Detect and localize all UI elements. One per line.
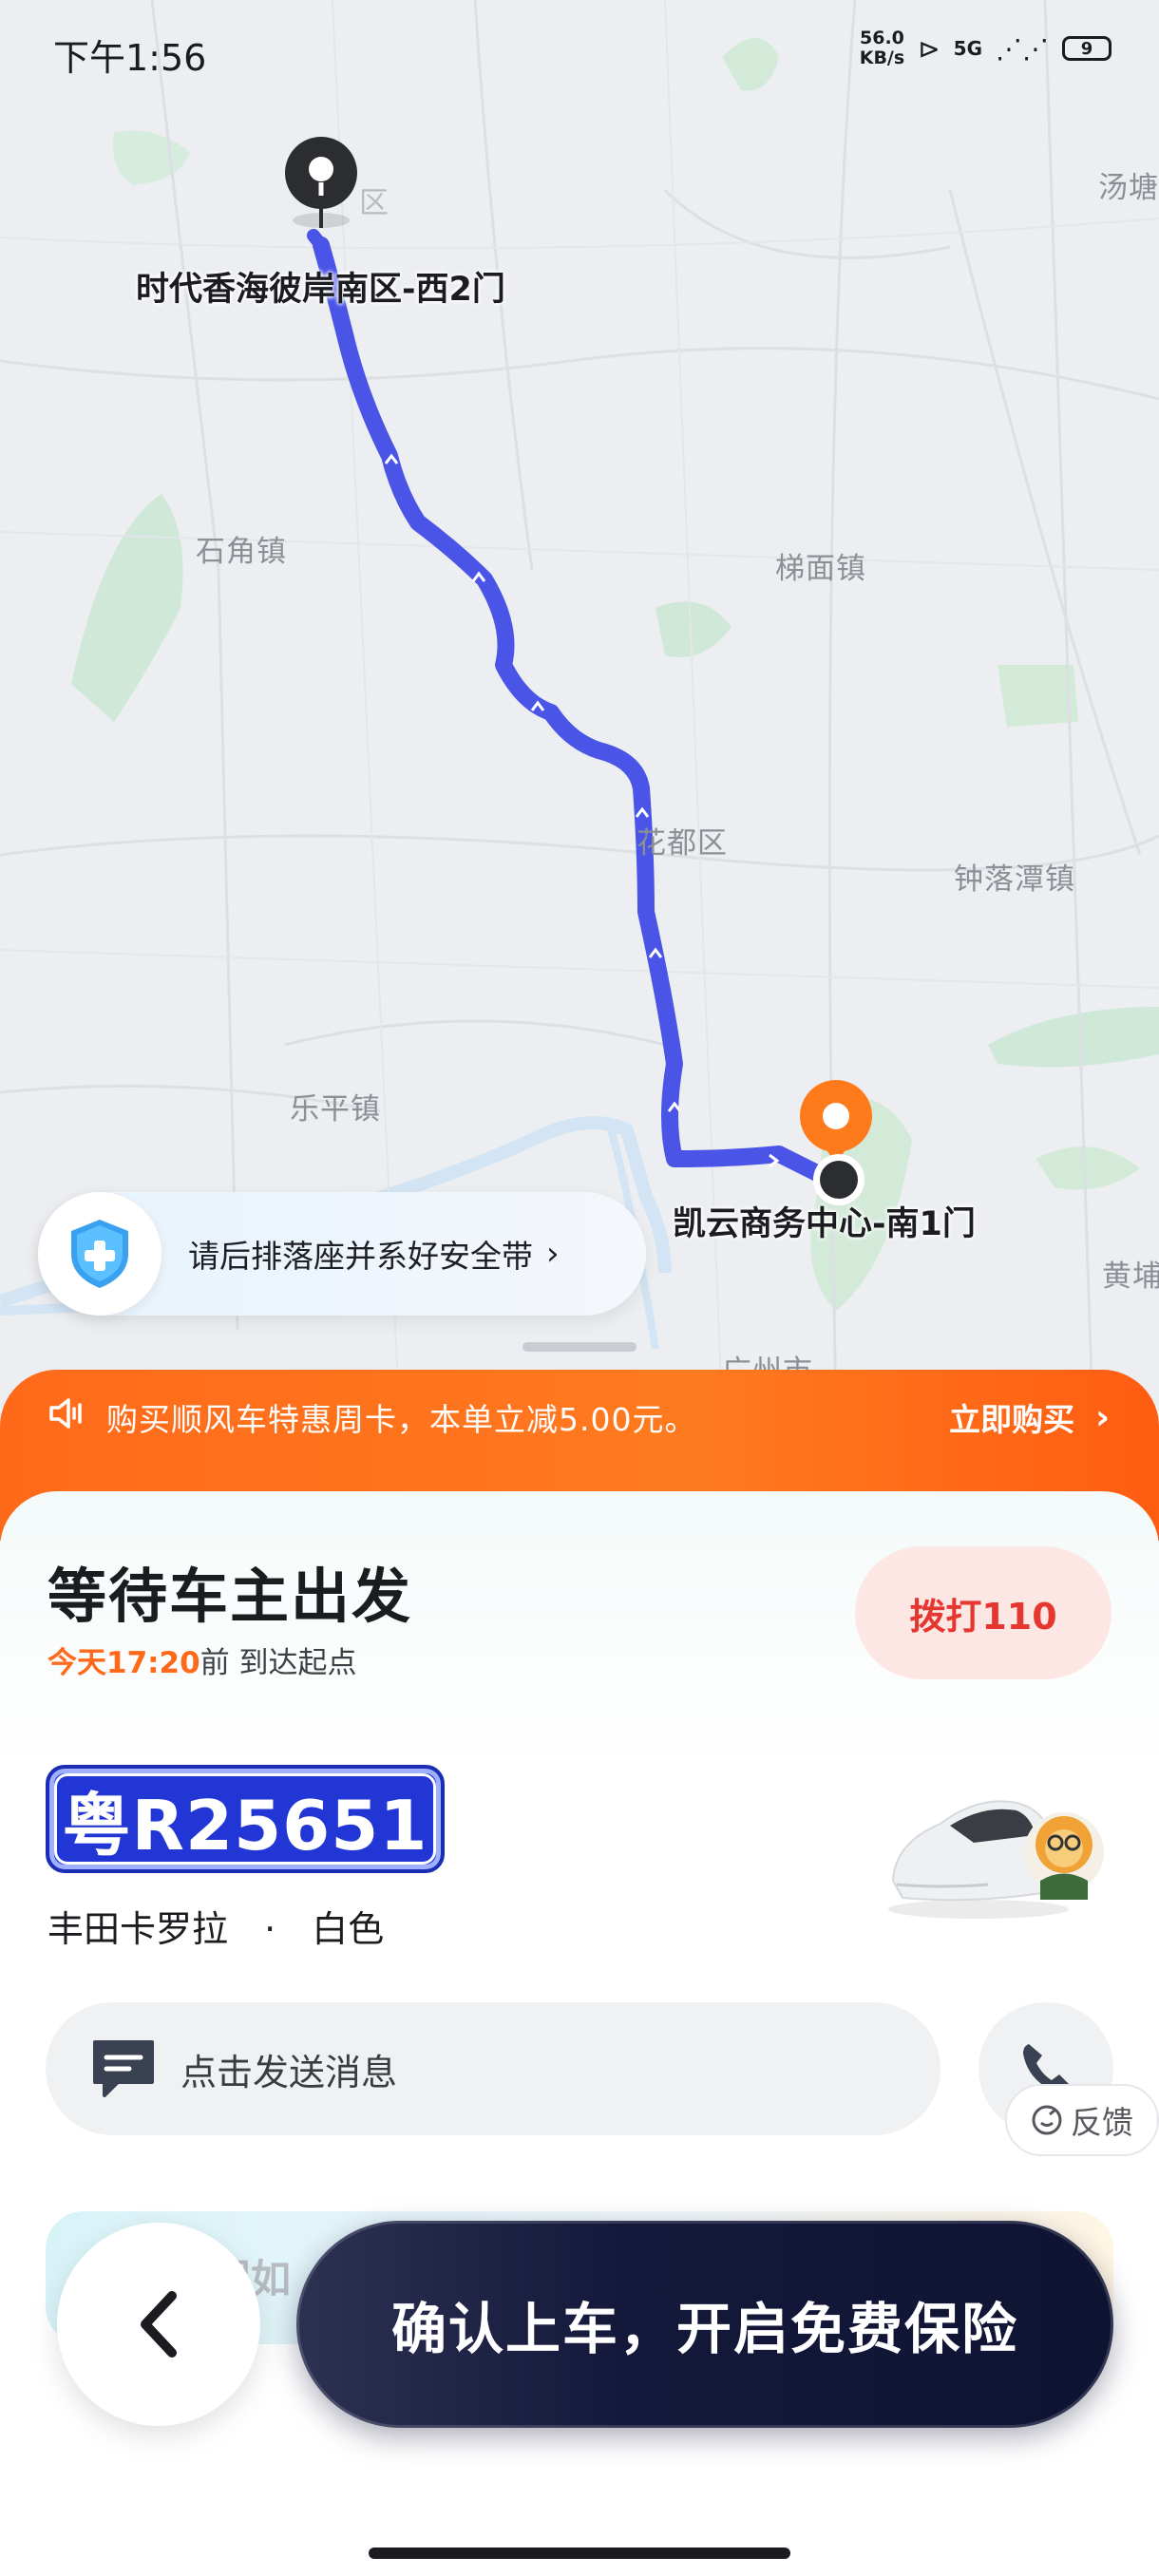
- message-placeholder: 点击发送消息: [180, 2051, 398, 2093]
- back-button[interactable]: [57, 2223, 260, 2426]
- car-model: 丰田卡罗拉: [48, 1908, 229, 1950]
- speaker-icon: [48, 1396, 86, 1438]
- confirm-boarding-button[interactable]: 确认上车，开启免费保险: [296, 2221, 1113, 2428]
- map-label-tangtang: 汤塘: [1098, 171, 1159, 205]
- eta-time: 今天17:20: [48, 1646, 200, 1680]
- car-color: 白色: [312, 1908, 385, 1950]
- message-input[interactable]: 点击发送消息: [46, 2002, 940, 2135]
- trip-card: 等待车主出发 今天17:20前 到达起点 拨打110 粤R25651 丰田卡罗拉…: [0, 1491, 1159, 2576]
- car-separator: ·: [264, 1908, 276, 1950]
- map-label-leping: 乐平镇: [290, 1092, 381, 1127]
- origin-label[interactable]: 时代香海彼岸南区-西2门: [136, 266, 535, 313]
- car-avatar-image: [888, 1800, 1104, 1919]
- map-label-timian: 梯面镇: [775, 552, 866, 586]
- map-label-shijiao: 石角镇: [196, 535, 287, 569]
- safety-tip[interactable]: 请后排落座并系好安全带 ›: [38, 1192, 646, 1316]
- map-label-zhongluotan: 钟落潭镇: [954, 862, 1075, 897]
- network-speed: 56.0 KB/s: [860, 28, 904, 68]
- chevron-right-icon: ›: [1095, 1397, 1110, 1437]
- license-plate: 粤R25651: [46, 1765, 445, 1873]
- shield-icon: [38, 1192, 162, 1316]
- map-label-district-top: 区: [359, 186, 390, 220]
- signal-icon: ⋰⋰: [996, 32, 1049, 65]
- battery-icon: 9: [1062, 36, 1112, 61]
- network-speed-value: 56.0: [860, 28, 904, 48]
- destination-label[interactable]: 凯云商务中心-南1门: [673, 1201, 976, 1248]
- nfc-icon: ⊳: [918, 32, 940, 65]
- map-label-huadu: 花都区: [636, 826, 728, 861]
- feedback-label: 反馈: [1071, 2104, 1133, 2141]
- safety-tip-text: 请后排落座并系好安全带: [188, 1238, 533, 1275]
- origin-pin: [285, 137, 357, 228]
- map-label-huangpu: 黄埔: [1102, 1260, 1159, 1294]
- car-description: 丰田卡罗拉 · 白色: [48, 1900, 384, 1952]
- network-speed-unit: KB/s: [859, 47, 905, 68]
- route-map[interactable]: 汤塘 石角镇 梯面镇 花都区 钟落潭镇 乐平镇 黄埔 广州市 区 时代香海彼岸南…: [0, 0, 1159, 1406]
- promo-text: 购买顺风车特惠周卡，本单立减5.00元。: [106, 1401, 697, 1438]
- chevron-right-icon: ›: [546, 1235, 560, 1273]
- sheet-drag-handle[interactable]: [522, 1342, 636, 1352]
- chat-icon: [93, 2040, 154, 2097]
- license-plate-text: 粤R25651: [54, 1773, 436, 1866]
- feedback-button[interactable]: 反馈: [1005, 2084, 1159, 2156]
- status-icons: 56.0 KB/s ⊳ 5G ⋰⋰ 9: [860, 28, 1112, 68]
- eta-suffix: 前 到达起点: [200, 1646, 357, 1680]
- call-110-button[interactable]: 拨打110: [855, 1546, 1112, 1679]
- chevron-left-icon: [141, 2291, 177, 2358]
- home-indicator[interactable]: [369, 2548, 790, 2559]
- status-time: 下午1:56: [53, 37, 207, 79]
- promo-buy-button[interactable]: 立即购买: [949, 1394, 1074, 1440]
- eta-row: 今天17:20前 到达起点: [48, 1638, 357, 1681]
- trip-status-title: 等待车主出发: [48, 1562, 413, 1631]
- feedback-icon: [1032, 2105, 1062, 2135]
- signal-type: 5G: [953, 37, 982, 60]
